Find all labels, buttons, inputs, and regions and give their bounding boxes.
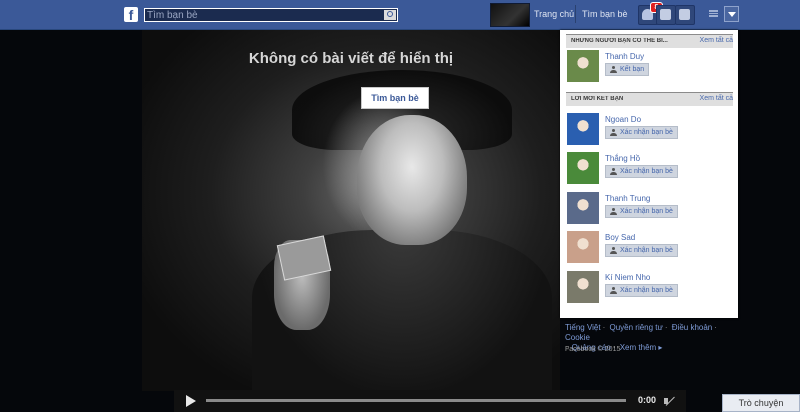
suggestions-title: NHỮNG NGƯỜI BẠN CÓ THỂ BI... [571, 38, 668, 44]
top-bar: f Trang chủ Tìm bạn bè 8 [0, 0, 800, 30]
friend-requests-header: LỜI MỜI KẾT BẠN Xem tất cả [566, 92, 733, 106]
chat-tab-button[interactable]: Trò chuyện [722, 394, 800, 412]
requests-see-all-link[interactable]: Xem tất cả [700, 95, 733, 102]
nav-home-link[interactable]: Trang chủ [534, 9, 574, 19]
menu-icon[interactable] [709, 10, 718, 17]
add-friend-button[interactable]: Kết bạn [605, 63, 650, 76]
mute-icon[interactable] [664, 395, 676, 407]
friend-name-link[interactable]: Thanh Duy [605, 52, 644, 61]
confirm-friend-button[interactable]: Xác nhận bạn bè [605, 244, 678, 257]
add-person-icon [610, 66, 617, 73]
add-friend-label: Kết bạn [620, 66, 645, 73]
friend-name-link[interactable]: Kí Niem Nho [605, 273, 650, 282]
facebook-logo-icon[interactable]: f [124, 7, 138, 23]
footer-link-cookie[interactable]: Cookie [565, 333, 590, 342]
confirm-friend-button[interactable]: Xác nhận bạn bè [605, 284, 678, 297]
request-item: Thanh Trung Xác nhận bạn bè [567, 192, 732, 226]
person-icon [610, 168, 617, 175]
confirm-friend-button[interactable]: Xác nhận bạn bè [605, 126, 678, 139]
request-item: Boy Sad Xác nhận bạn bè [567, 231, 732, 265]
person-icon [610, 287, 617, 294]
confirm-label: Xác nhận bạn bè [620, 287, 673, 294]
settings-dropdown-button[interactable] [724, 6, 739, 22]
confirm-label: Xác nhận bạn bè [620, 247, 673, 254]
messages-jewel[interactable] [656, 5, 676, 25]
search-button[interactable] [384, 10, 396, 20]
person-icon [610, 129, 617, 136]
nav-divider [575, 5, 576, 23]
notifications-jewel[interactable] [675, 5, 695, 25]
empty-feed-message: Không có bài viết để hiển thị [248, 50, 454, 67]
video-progress-bar[interactable] [206, 399, 626, 402]
friend-name-link[interactable]: Thắng Hồ [605, 154, 640, 163]
confirm-label: Xác nhận bạn bè [620, 208, 673, 215]
video-controls: 0:00 [174, 390, 686, 412]
background-photo: Không có bài viết để hiển thị Tìm bạn bè [142, 30, 560, 391]
play-icon[interactable] [186, 395, 196, 407]
right-sidebar-panel: NHỮNG NGƯỜI BẠN CÓ THỂ BI... Xem tất cả … [560, 30, 738, 318]
avatar[interactable] [567, 50, 599, 82]
photo-mask-shape [357, 115, 467, 245]
avatar[interactable] [567, 113, 599, 145]
request-item: Kí Niem Nho Xác nhận bạn bè [567, 271, 732, 305]
footer-separator: · [664, 323, 668, 332]
request-item: Ngoan Do Xác nhận bạn bè [567, 113, 732, 147]
friend-requests-title: LỜI MỜI KẾT BẠN [571, 96, 624, 102]
footer-link-privacy[interactable]: Quyền riêng tư [609, 323, 662, 332]
avatar[interactable] [567, 271, 599, 303]
messages-icon [660, 9, 671, 20]
video-time: 0:00 [638, 395, 657, 405]
globe-icon [679, 9, 690, 20]
confirm-label: Xác nhận bạn bè [620, 129, 673, 136]
person-icon [610, 208, 617, 215]
person-icon [610, 247, 617, 254]
friend-name-link[interactable]: Boy Sad [605, 233, 635, 242]
suggestions-see-all-link[interactable]: Xem tất cả [700, 37, 733, 44]
avatar[interactable] [567, 192, 599, 224]
copyright-text: Facebook © 2015 [565, 346, 621, 353]
confirm-friend-button[interactable]: Xác nhận bạn bè [605, 205, 678, 218]
avatar[interactable] [567, 152, 599, 184]
confirm-friend-button[interactable]: Xác nhận bạn bè [605, 165, 678, 178]
search-icon [387, 11, 393, 17]
search-box [144, 8, 398, 22]
footer-link-terms[interactable]: Điều khoản [672, 323, 712, 332]
find-friends-button[interactable]: Tìm bạn bè [361, 87, 429, 109]
suggestions-header: NHỮNG NGƯỜI BẠN CÓ THỂ BI... Xem tất cả [566, 34, 733, 48]
confirm-label: Xác nhận bạn bè [620, 168, 673, 175]
nav-find-friends-link[interactable]: Tìm bạn bè [582, 9, 628, 19]
footer-link-language[interactable]: Tiếng Việt [565, 323, 601, 332]
footer-separator: · [602, 323, 606, 332]
footer-link-more[interactable]: Xem thêm ▸ [620, 343, 663, 352]
profile-thumbnail[interactable] [490, 3, 530, 27]
footer-separator: · [714, 323, 717, 332]
friend-name-link[interactable]: Thanh Trung [605, 194, 650, 203]
avatar[interactable] [567, 231, 599, 263]
search-input[interactable] [147, 9, 377, 21]
suggestion-item: Thanh Duy Kết bạn [567, 50, 732, 84]
friend-name-link[interactable]: Ngoan Do [605, 115, 641, 124]
request-item: Thắng Hồ Xác nhận bạn bè [567, 152, 732, 186]
